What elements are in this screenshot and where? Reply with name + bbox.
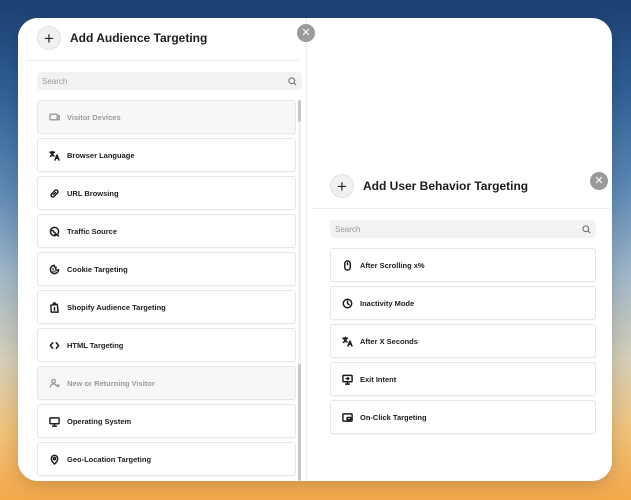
list-item-label: After Scrolling x%: [360, 260, 425, 270]
behavior-list: After Scrolling x% Inactivity Mode After…: [330, 248, 596, 438]
list-item-after-x-seconds[interactable]: After X Seconds: [330, 324, 596, 358]
list-item-label: HTML Targeting: [67, 340, 124, 350]
exit-screen-icon: [341, 373, 353, 385]
search-icon: [288, 76, 297, 85]
add-audience-button[interactable]: +: [37, 26, 61, 50]
list-item-operating-system[interactable]: Operating System: [37, 404, 296, 438]
list-item-new-or-returning-visitor[interactable]: New or Returning Visitor: [37, 366, 296, 400]
list-item-label: Inactivity Mode: [360, 298, 415, 308]
close-icon: ✕: [594, 174, 604, 187]
audience-panel-header: + Add Audience Targeting: [37, 26, 207, 50]
list-item-visitor-devices[interactable]: Visitor Devices: [37, 100, 296, 134]
click-window-icon: [341, 411, 353, 423]
shopify-bag-icon: [48, 301, 60, 313]
list-item-shopify-audience-targeting[interactable]: Shopify Audience Targeting: [37, 290, 296, 324]
mouse-icon: [341, 259, 353, 271]
list-item-label: Shopify Audience Targeting: [67, 302, 166, 312]
list-item-on-click-targeting[interactable]: On-Click Targeting: [330, 400, 596, 434]
list-item-label: Geo-Location Targeting: [67, 454, 152, 464]
close-icon: ✕: [301, 26, 311, 39]
list-item-cookie-targeting[interactable]: Cookie Targeting: [37, 252, 296, 286]
audience-scrollbar-thumb[interactable]: [298, 364, 301, 481]
list-item-inactivity-mode[interactable]: Inactivity Mode: [330, 286, 596, 320]
audience-search-box[interactable]: [37, 72, 302, 90]
clock-icon: [341, 297, 353, 309]
list-item-after-scrolling[interactable]: After Scrolling x%: [330, 248, 596, 282]
list-item-label: Visitor Devices: [67, 112, 121, 122]
list-item-label: URL Browsing: [67, 188, 119, 198]
plus-icon: +: [337, 176, 347, 196]
targeting-modal-card: + Add Audience Targeting Visitor Devices…: [18, 18, 612, 481]
audience-header-divider: [26, 60, 299, 61]
behavior-search-input[interactable]: [335, 224, 582, 234]
translate-icon: [48, 149, 60, 161]
add-behavior-button[interactable]: +: [330, 174, 354, 198]
list-item-label: Browser Language: [67, 150, 135, 160]
returning-user-icon: [48, 377, 60, 389]
behavior-panel-close-button[interactable]: ✕: [590, 172, 608, 190]
audience-search-input[interactable]: [42, 76, 288, 86]
list-item-label: On-Click Targeting: [360, 412, 427, 422]
audience-panel-title: Add Audience Targeting: [70, 31, 208, 45]
code-icon: [48, 339, 60, 351]
plus-icon: +: [44, 28, 54, 48]
list-item-traffic-source[interactable]: Traffic Source: [37, 214, 296, 248]
cookie-icon: [48, 263, 60, 275]
behavior-panel-title: Add User Behavior Targeting: [363, 179, 529, 193]
behavior-header-divider: [312, 208, 610, 209]
list-item-label: After X Seconds: [360, 336, 418, 346]
audience-list: Visitor Devices Browser Language URL Bro…: [37, 100, 296, 481]
audience-targeting-panel: + Add Audience Targeting Visitor Devices…: [18, 18, 307, 481]
list-item-label: Cookie Targeting: [67, 264, 128, 274]
traffic-source-icon: [48, 225, 60, 237]
list-item-browser-language[interactable]: Browser Language: [37, 138, 296, 172]
link-icon: [48, 187, 60, 199]
behavior-panel-header: + Add User Behavior Targeting: [330, 174, 528, 198]
audience-panel-close-button[interactable]: ✕: [297, 24, 315, 42]
list-item-label: Operating System: [67, 416, 132, 426]
list-item-label: Exit Intent: [360, 374, 397, 384]
translate-icon: [341, 335, 353, 347]
behavior-search-box[interactable]: [330, 220, 596, 238]
list-item-label: Traffic Source: [67, 226, 118, 236]
audience-scrollbar-thumb-top[interactable]: [298, 100, 301, 122]
list-item-url-browsing[interactable]: URL Browsing: [37, 176, 296, 210]
location-pin-icon: [48, 453, 60, 465]
list-item-geo-location-targeting[interactable]: Geo-Location Targeting: [37, 442, 296, 476]
monitor-icon: [48, 415, 60, 427]
list-item-exit-intent[interactable]: Exit Intent: [330, 362, 596, 396]
user-behavior-targeting-panel: + Add User Behavior Targeting After Scro…: [310, 168, 612, 481]
list-item-label: New or Returning Visitor: [67, 378, 155, 388]
list-item-html-targeting[interactable]: HTML Targeting: [37, 328, 296, 362]
devices-icon: [48, 111, 60, 123]
search-icon: [582, 224, 591, 233]
